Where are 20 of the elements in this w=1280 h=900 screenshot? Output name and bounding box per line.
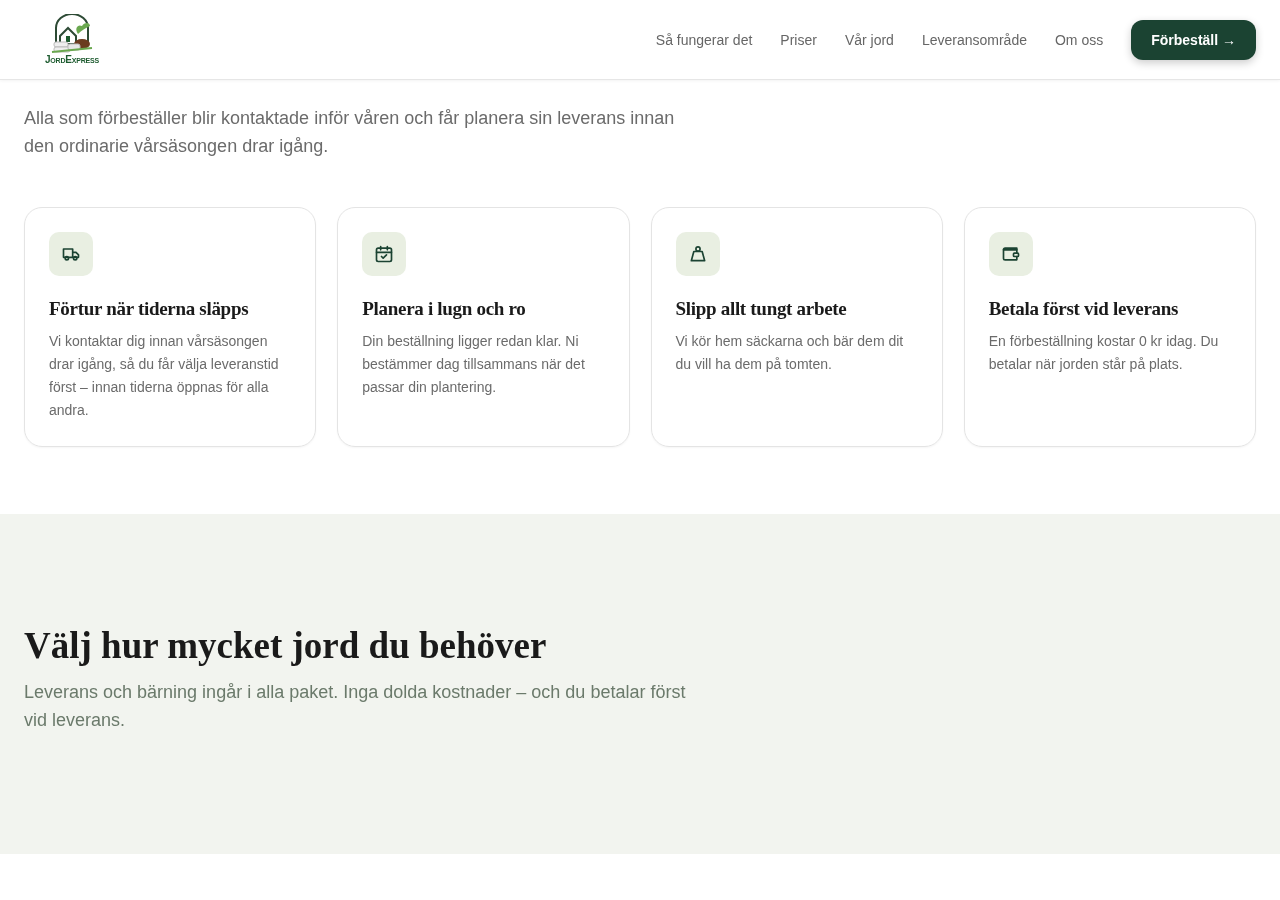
preorder-button[interactable]: Förbeställ → xyxy=(1131,19,1256,60)
card-text: En förbeställning kostar 0 kr idag. Du betalar när jorden står på plats. xyxy=(988,332,1220,374)
card-title: Förtur när tiderna släpps xyxy=(49,298,250,320)
wallet-icon xyxy=(1000,244,1021,264)
card-text: Vi kontaktar dig innan vårsäsongen drar igång, så du får välja leveranstid först – innan tiderna öppnas för alla andra. xyxy=(49,332,280,420)
intro-text: Alla som förbeställer blir kontaktade inför våren och får planera sin leverans innan den ordinarie vårsäsongen drar igång. xyxy=(24,107,676,158)
card-text: Din beställning ligger redan klar. Ni bestämmer dag tillsammans när det passar din plantering. xyxy=(362,332,586,397)
card-title: Betala först vid leverans xyxy=(988,298,1180,320)
calendar-icon xyxy=(374,244,395,264)
card-title: Slipp allt tungt arbete xyxy=(675,298,848,320)
card-text: Vi kör hem säckarna och bär dem dit du vill ha dem på tomten. xyxy=(675,332,905,374)
card-title: Planera i lugn och ro xyxy=(362,298,527,320)
nav-link[interactable]: Vår jord xyxy=(844,31,894,48)
pricing-text: Leverans och bärning ingår i alla paket. Inga dolda kostnader – och du betalar först vid leverans. xyxy=(24,681,687,732)
nav-link[interactable]: Så fungerar det xyxy=(655,31,753,48)
nav-link[interactable]: Priser xyxy=(780,31,817,48)
nav-link[interactable]: Om oss xyxy=(1054,31,1104,48)
pricing-heading: Välj hur mycket jord du behöver xyxy=(24,624,548,668)
logo-text: JordExpress xyxy=(45,54,99,65)
nav-link[interactable]: Leveransområde xyxy=(921,31,1027,48)
